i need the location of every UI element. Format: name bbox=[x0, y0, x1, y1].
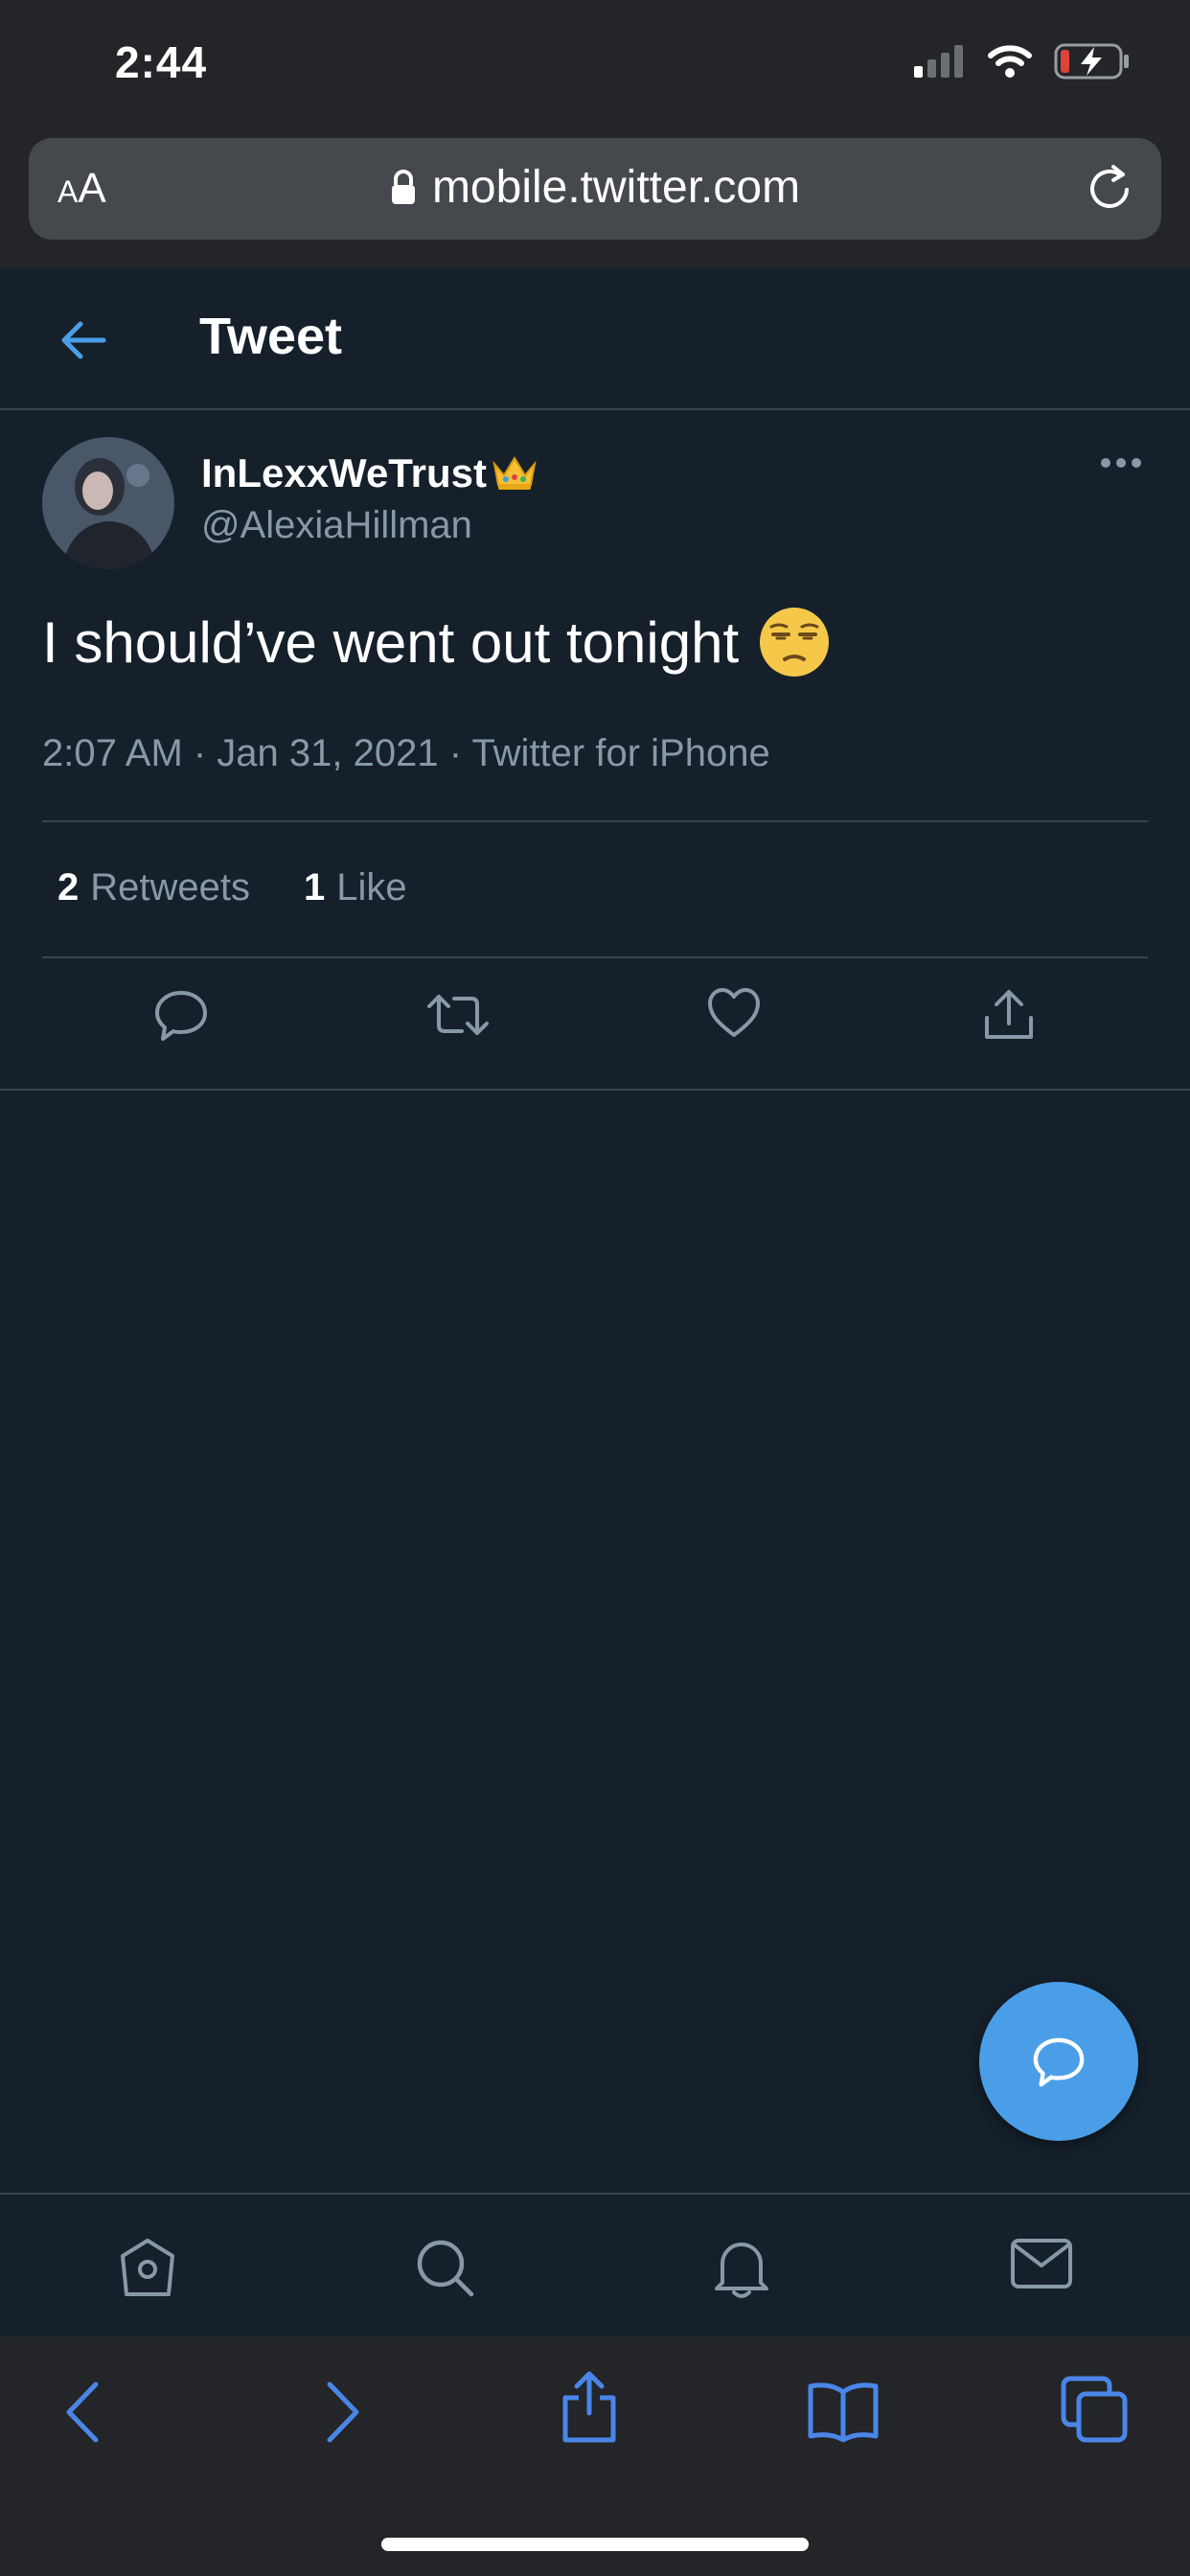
user-handle[interactable]: @AlexiaHillman bbox=[201, 504, 472, 547]
browser-toolbar-bottom bbox=[0, 2336, 1190, 2576]
lock-icon bbox=[391, 169, 415, 204]
likes-stat[interactable]: 1 Like bbox=[304, 866, 407, 909]
reload-icon[interactable] bbox=[1085, 163, 1136, 215]
battery-charging-icon bbox=[1054, 43, 1129, 80]
like-icon[interactable] bbox=[707, 987, 761, 1039]
browser-chrome-top: 2:44 AA mobile.twitter.com bbox=[0, 0, 1190, 268]
avatar-image bbox=[42, 437, 174, 569]
page-title: Tweet bbox=[199, 308, 343, 365]
wifi-icon bbox=[988, 45, 1032, 78]
tweet-header: Tweet bbox=[0, 268, 1190, 410]
compose-reply-button[interactable] bbox=[979, 1982, 1138, 2141]
retweets-count: 2 bbox=[57, 866, 80, 908]
address-bar[interactable]: AA mobile.twitter.com bbox=[29, 138, 1161, 240]
bookmarks-icon[interactable] bbox=[807, 2380, 880, 2444]
url-text: mobile.twitter.com bbox=[431, 162, 801, 213]
divider bbox=[0, 1089, 1190, 1091]
likes-label: Like bbox=[336, 866, 407, 908]
likes-count: 1 bbox=[304, 866, 326, 908]
url-display[interactable]: mobile.twitter.com bbox=[29, 161, 1161, 214]
divider bbox=[42, 820, 1148, 822]
tweet-timestamp-source: 2:07 AM · Jan 31, 2021 · Twitter for iPh… bbox=[42, 732, 770, 774]
reply-bubble-icon bbox=[1033, 2037, 1085, 2087]
status-icons bbox=[914, 42, 1131, 80]
cellular-signal-icon bbox=[914, 45, 963, 78]
display-name-text: InLexxWeTrust bbox=[201, 450, 487, 495]
display-name[interactable]: InLexxWeTrust bbox=[201, 450, 538, 496]
status-time: 2:44 bbox=[115, 37, 208, 87]
retweets-label: Retweets bbox=[90, 866, 250, 908]
twitter-bottom-nav bbox=[0, 2193, 1190, 2336]
tweet-text-content: I should’ve went out tonight bbox=[42, 610, 740, 675]
crown-emoji-icon bbox=[492, 456, 537, 490]
unamused-face-emoji-icon bbox=[760, 608, 830, 677]
forward-icon[interactable] bbox=[324, 2380, 362, 2444]
reply-icon[interactable] bbox=[153, 987, 209, 1043]
search-icon[interactable] bbox=[414, 2237, 477, 2300]
more-options-icon[interactable] bbox=[1100, 456, 1142, 470]
retweet-icon[interactable] bbox=[427, 987, 489, 1043]
home-indicator[interactable] bbox=[381, 2538, 809, 2551]
tweet-stats: 2 Retweets 1 Like bbox=[57, 866, 407, 909]
back-arrow-icon[interactable] bbox=[57, 314, 109, 366]
divider bbox=[42, 956, 1148, 958]
home-icon[interactable] bbox=[117, 2237, 178, 2298]
notifications-icon[interactable] bbox=[713, 2237, 770, 2300]
share-icon[interactable] bbox=[981, 987, 1037, 1043]
tabs-icon[interactable] bbox=[1060, 2375, 1129, 2444]
retweets-stat[interactable]: 2 Retweets bbox=[57, 866, 250, 909]
messages-icon[interactable] bbox=[1010, 2237, 1073, 2290]
back-icon[interactable] bbox=[63, 2380, 102, 2444]
avatar[interactable] bbox=[42, 437, 174, 569]
share-icon[interactable] bbox=[560, 2371, 619, 2444]
tweet-text: I should’ve went out tonight bbox=[42, 606, 831, 678]
